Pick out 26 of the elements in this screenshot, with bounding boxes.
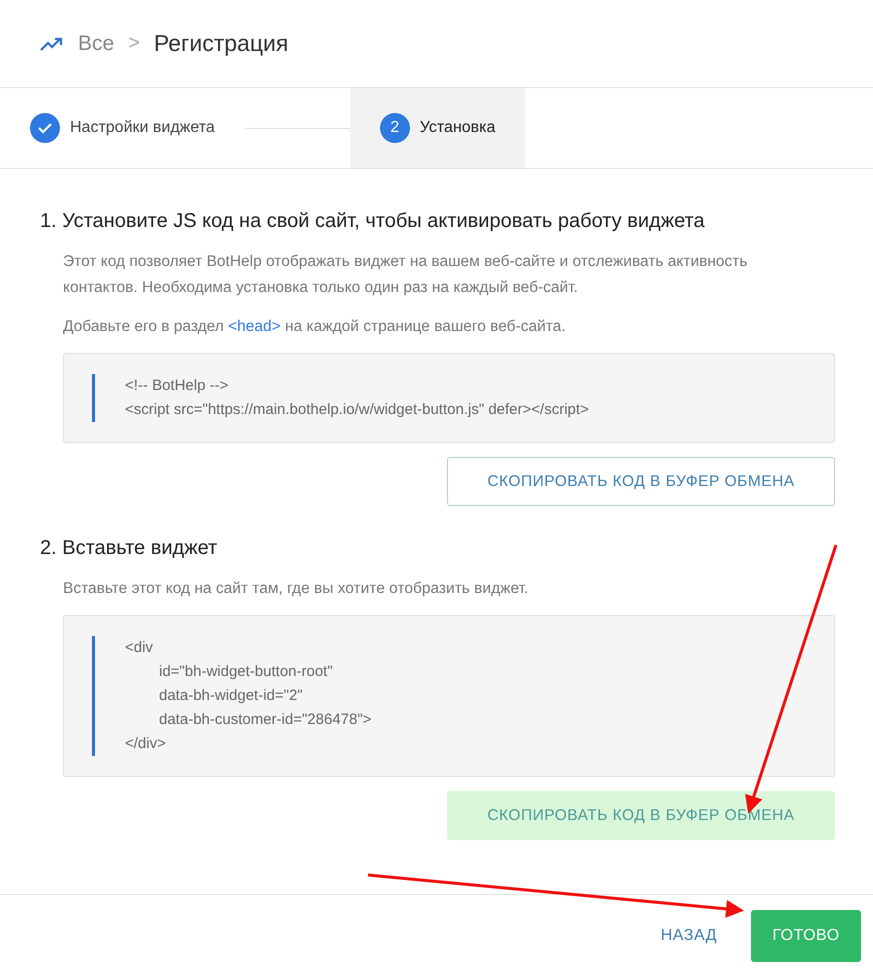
code-line: id="bh-widget-button-root" bbox=[158, 662, 334, 682]
paragraph: Этот код позволяет BotHelp отображать виджет на вашем веб-сайте и отслеживать активность контактов. Необходима установка только один раз на каждый веб-сайт. bbox=[63, 252, 748, 298]
code-line: data-bh-customer-id="286478"> bbox=[158, 710, 372, 730]
code-line: </div> bbox=[125, 734, 167, 754]
back-button[interactable]: НАЗАД bbox=[654, 926, 723, 946]
section-heading: 1. Установите JS код на свой сайт, чтобы активировать работу виджета bbox=[40, 210, 706, 233]
step-label: Настройки виджета bbox=[70, 119, 215, 137]
copy-code-button[interactable]: СКОПИРОВАТЬ КОД В БУФЕР ОБМЕНА bbox=[447, 791, 835, 840]
head-link[interactable]: <head> bbox=[228, 318, 281, 335]
code-line: <script src="https://main.bothelp.io/w/widget-button.js" defer></script> bbox=[125, 400, 589, 420]
code-line: <!-- BotHelp --> bbox=[125, 376, 230, 396]
breadcrumb-link[interactable]: Все bbox=[78, 32, 114, 56]
page-title: Регистрация bbox=[154, 30, 288, 57]
done-button[interactable]: ГОТОВО bbox=[751, 910, 861, 962]
section-heading: 2. Вставьте виджет bbox=[40, 537, 218, 560]
step-number: 2 bbox=[380, 113, 410, 143]
trend-icon bbox=[40, 36, 64, 50]
step-tab[interactable]: Настройки виджета bbox=[30, 88, 245, 168]
step-tab[interactable]: 2 Установка bbox=[350, 88, 526, 168]
step-label: Установка bbox=[420, 119, 496, 137]
code-line: data-bh-widget-id="2" bbox=[158, 686, 304, 706]
paragraph: Вставьте этот код на сайт там, где вы хотите отобразить виджет. bbox=[63, 579, 530, 599]
code-line: <div bbox=[125, 638, 154, 658]
breadcrumb-separator: > bbox=[128, 32, 140, 55]
copy-code-button[interactable]: СКОПИРОВАТЬ КОД В БУФЕР ОБМЕНА bbox=[447, 457, 835, 506]
paragraph: Добавьте его в раздел <head> на каждой странице вашего веб-сайта. bbox=[63, 317, 567, 337]
